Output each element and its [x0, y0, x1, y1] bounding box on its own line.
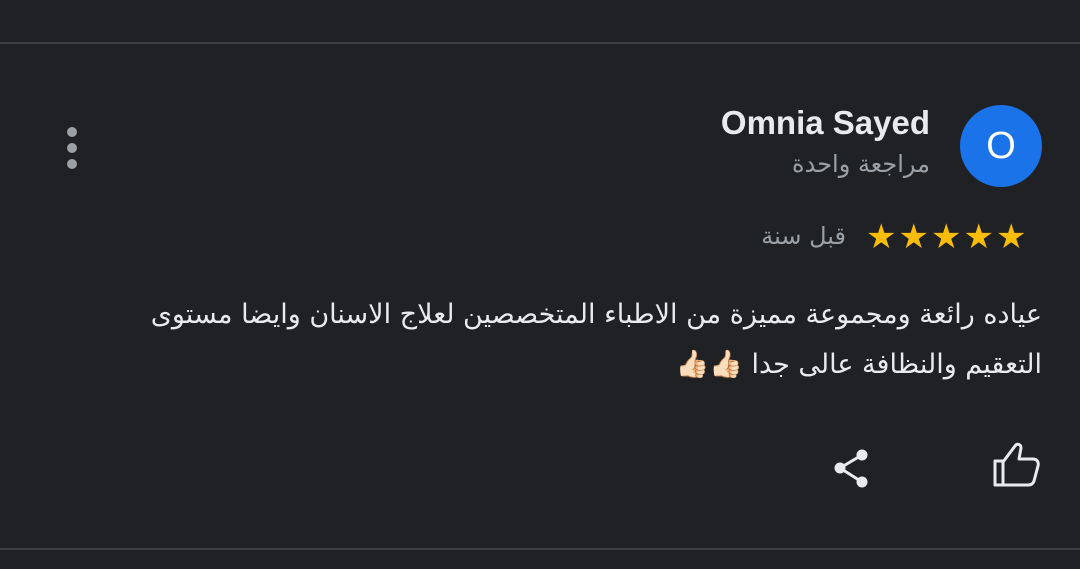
- share-button[interactable]: [828, 444, 878, 494]
- more-options-button[interactable]: [55, 124, 89, 172]
- star-icon: ★: [898, 217, 929, 257]
- review-time: قبل سنة: [761, 222, 846, 250]
- reviewer-name[interactable]: Omnia Sayed: [721, 104, 930, 142]
- more-vert-icon: [67, 127, 77, 137]
- star-rating: ★ ★ ★ ★ ★: [866, 220, 1026, 254]
- star-icon: ★: [930, 217, 962, 257]
- bottom-divider: [0, 548, 1080, 550]
- reviewer-review-count: مراجعة واحدة: [792, 150, 930, 178]
- like-button[interactable]: [990, 440, 1044, 490]
- star-icon: ★: [963, 217, 994, 257]
- star-icon: ★: [866, 217, 897, 257]
- star-icon: ★: [995, 217, 1027, 257]
- review-text: عياده رائعة ومجموعة مميزة من الاطباء الم…: [150, 299, 1042, 380]
- share-icon: [834, 449, 868, 488]
- thumb-up-icon: [993, 442, 1040, 487]
- avatar-initial: O: [986, 124, 1016, 167]
- avatar[interactable]: O: [960, 105, 1042, 187]
